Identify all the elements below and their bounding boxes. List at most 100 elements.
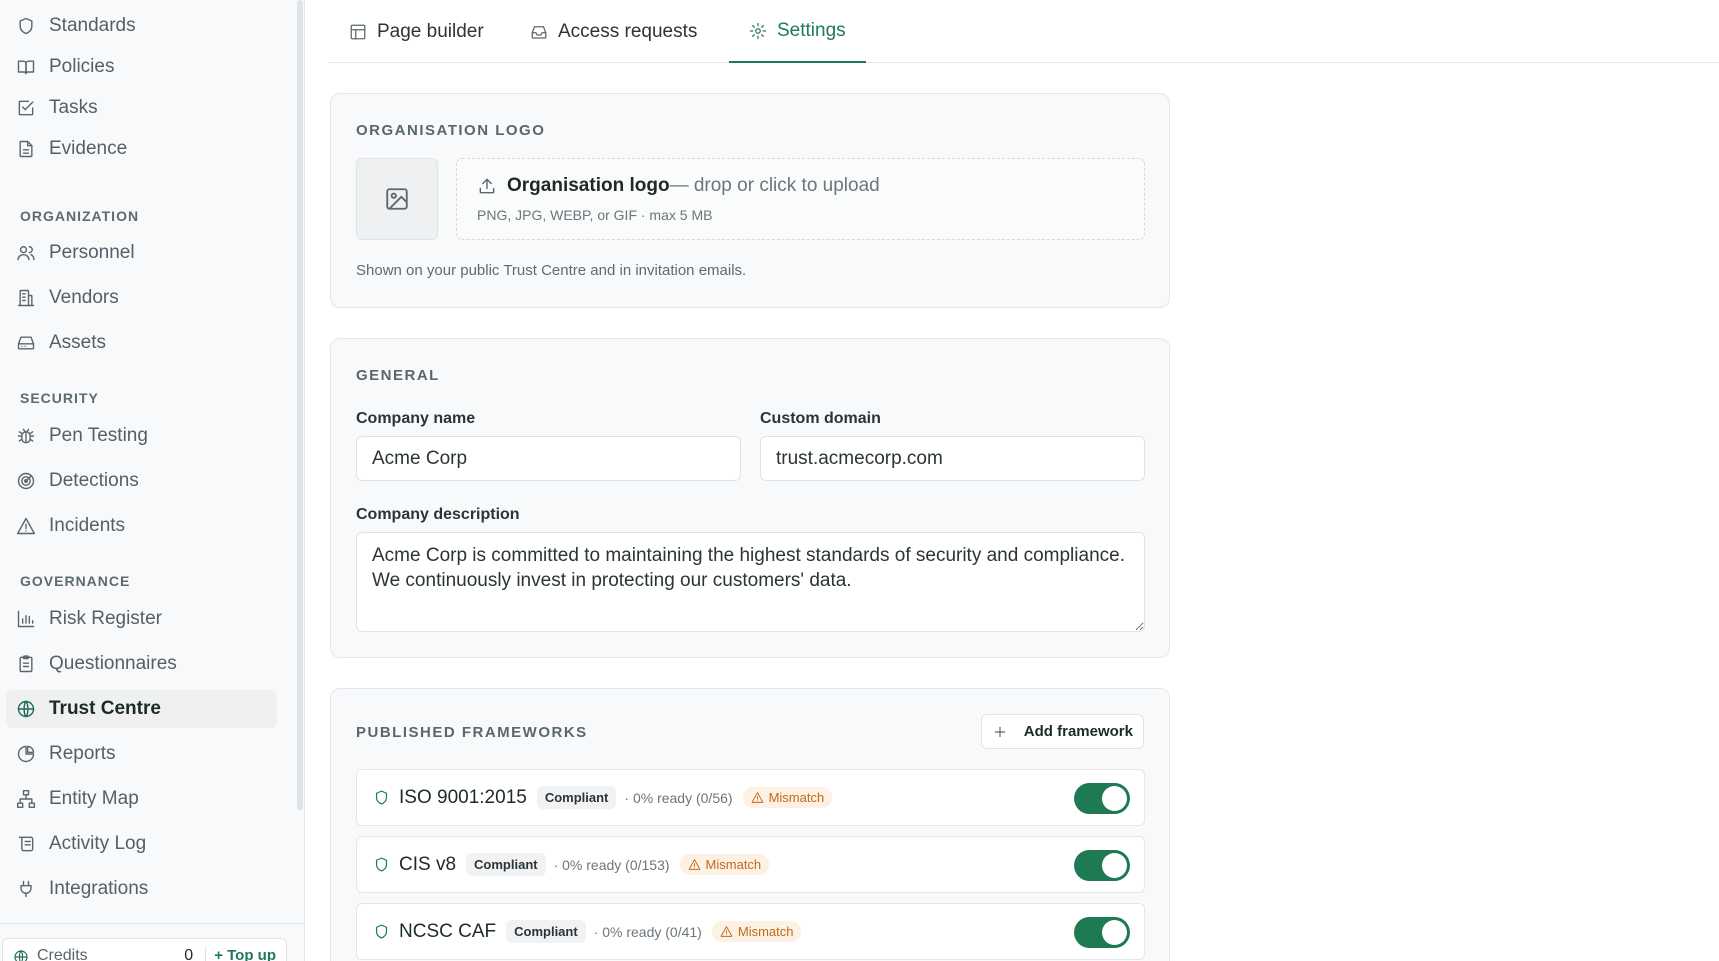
- main-content: Page builder Access requests Settings OR…: [305, 0, 1719, 961]
- status-badge: Compliant: [466, 853, 546, 876]
- toggle-knob: [1102, 920, 1127, 945]
- add-framework-label: Add framework: [1023, 723, 1133, 740]
- status-badge: Compliant: [506, 920, 586, 943]
- framework-name: CIS v8: [399, 853, 457, 875]
- tab-label: Page builder: [377, 20, 484, 42]
- custom-domain-input[interactable]: [760, 436, 1145, 481]
- tab-label: Settings: [777, 19, 846, 41]
- globe-icon: [14, 950, 28, 961]
- framework-row: CIS v8 Compliant · 0% ready (0/153) Mism…: [356, 836, 1145, 893]
- sidebar-item-trust-centre[interactable]: Trust Centre: [6, 690, 277, 728]
- hard-drive-icon: [17, 336, 35, 350]
- sidebar-item-label: Tasks: [49, 97, 98, 118]
- section-label-security: SECURITY: [20, 390, 99, 406]
- sidebar-item-activity-log[interactable]: Activity Log: [6, 825, 277, 863]
- sidebar-item-integrations[interactable]: Integrations: [6, 870, 277, 908]
- company-name-input[interactable]: [356, 436, 741, 481]
- upload-icon: [479, 178, 495, 194]
- credits-label: Credits: [37, 947, 88, 961]
- mismatch-label: Mismatch: [737, 924, 794, 939]
- sidebar-item-label: Reports: [49, 743, 116, 764]
- upload-hint: PNG, JPG, WEBP, or GIF · max 5 MB: [477, 207, 713, 223]
- sidebar-item-label: Evidence: [49, 138, 128, 159]
- sidebar-item-label: Standards: [49, 15, 136, 36]
- sidebar-item-label: Assets: [49, 332, 107, 353]
- shield-icon: [19, 17, 33, 35]
- mismatch-label: Mismatch: [705, 857, 762, 872]
- sidebar-item-personnel[interactable]: Personnel: [6, 234, 277, 272]
- warning-icon: [720, 926, 733, 937]
- top-up-link[interactable]: + Top up: [205, 947, 276, 961]
- sidebar-item-detections[interactable]: Detections: [6, 462, 277, 500]
- checkbox-icon: [18, 100, 34, 116]
- status-badge: Compliant: [536, 786, 617, 809]
- clipboard-icon: [19, 655, 33, 673]
- publish-toggle[interactable]: [1074, 783, 1130, 814]
- publish-toggle[interactable]: [1074, 850, 1130, 881]
- mismatch-label: Mismatch: [768, 790, 825, 805]
- sidebar-item-label: Pen Testing: [49, 425, 148, 446]
- company-description-label: Company description: [356, 506, 520, 523]
- sidebar-item-label: Entity Map: [49, 788, 139, 809]
- general-card: GENERAL Company name Custom domain Compa…: [330, 338, 1170, 658]
- sidebar-item-questionnaires[interactable]: Questionnaires: [6, 645, 277, 683]
- sidebar-item-label: Integrations: [49, 878, 149, 899]
- sidebar-item-label: Policies: [49, 56, 115, 77]
- toggle-knob: [1102, 786, 1127, 811]
- sidebar-item-label: Trust Centre: [49, 698, 161, 719]
- upload-title: Organisation logo: [507, 175, 670, 196]
- users-icon: [17, 246, 35, 261]
- tab-access-requests[interactable]: Access requests: [510, 0, 717, 63]
- inbox-icon: [531, 25, 547, 39]
- logo-preview: [356, 158, 438, 240]
- sidebar-item-vendors[interactable]: Vendors: [6, 279, 277, 317]
- plus-icon: [994, 726, 1006, 737]
- readiness-text: · 0% ready (0/41): [593, 923, 702, 940]
- framework-name: ISO 9001:2015: [399, 786, 527, 808]
- sidebar-item-policies[interactable]: Policies: [6, 48, 277, 86]
- globe-icon: [17, 700, 35, 718]
- sidebar-item-label: Risk Register: [49, 608, 162, 629]
- card-title: PUBLISHED FRAMEWORKS: [356, 724, 588, 741]
- sidebar-item-label: Detections: [49, 470, 139, 491]
- sidebar-item-pen-testing[interactable]: Pen Testing: [6, 417, 277, 455]
- sidebar-item-label: Personnel: [49, 242, 135, 263]
- sidebar-item-entity-map[interactable]: Entity Map: [6, 780, 277, 818]
- sidebar-item-standards[interactable]: Standards: [6, 7, 277, 45]
- readiness-text: · 0% ready (0/153): [553, 856, 670, 873]
- sidebar-item-assets[interactable]: Assets: [6, 324, 277, 362]
- toggle-knob: [1102, 853, 1127, 878]
- alert-triangle-icon: [16, 517, 36, 535]
- sidebar-item-label: Activity Log: [49, 833, 147, 854]
- pie-chart-icon: [17, 745, 35, 763]
- tab-page-builder[interactable]: Page builder: [329, 0, 504, 63]
- tab-label: Access requests: [558, 20, 698, 42]
- network-icon: [16, 789, 36, 809]
- sidebar-item-evidence[interactable]: Evidence: [6, 130, 277, 168]
- sidebar-item-incidents[interactable]: Incidents: [6, 507, 277, 545]
- sidebar-item-reports[interactable]: Reports: [6, 735, 277, 773]
- credits-widget: Credits 0 + Top up: [2, 938, 287, 961]
- company-description-textarea[interactable]: Acme Corp is committed to maintaining th…: [356, 532, 1145, 632]
- logo-upload-dropzone[interactable]: Organisation logo — drop or click to upl…: [456, 158, 1145, 240]
- sidebar-scrollbar[interactable]: [297, 0, 303, 810]
- logo-helper-text: Shown on your public Trust Centre and in…: [356, 262, 747, 279]
- warning-icon: [751, 792, 763, 803]
- tab-settings[interactable]: Settings: [729, 0, 866, 63]
- scroll-icon: [18, 836, 34, 852]
- framework-name: NCSC CAF: [399, 920, 497, 942]
- radar-icon: [17, 472, 35, 490]
- dropzone-main: Organisation logo — drop or click to upl…: [477, 175, 880, 197]
- sidebar-item-label: Vendors: [49, 287, 119, 308]
- gear-icon: [749, 22, 767, 39]
- sidebar-item-tasks[interactable]: Tasks: [6, 89, 277, 127]
- plug-icon: [20, 880, 32, 898]
- shield-icon: [375, 790, 388, 805]
- custom-domain-label: Custom domain: [760, 410, 881, 427]
- organisation-logo-card: ORGANISATION LOGO Organisation logo — dr…: [330, 93, 1170, 308]
- card-title: GENERAL: [356, 367, 440, 384]
- add-framework-button[interactable]: Add framework: [980, 714, 1144, 749]
- sidebar-item-risk-register[interactable]: Risk Register: [6, 600, 277, 638]
- publish-toggle[interactable]: [1074, 917, 1130, 948]
- tab-bar: Page builder Access requests Settings: [329, 0, 1719, 63]
